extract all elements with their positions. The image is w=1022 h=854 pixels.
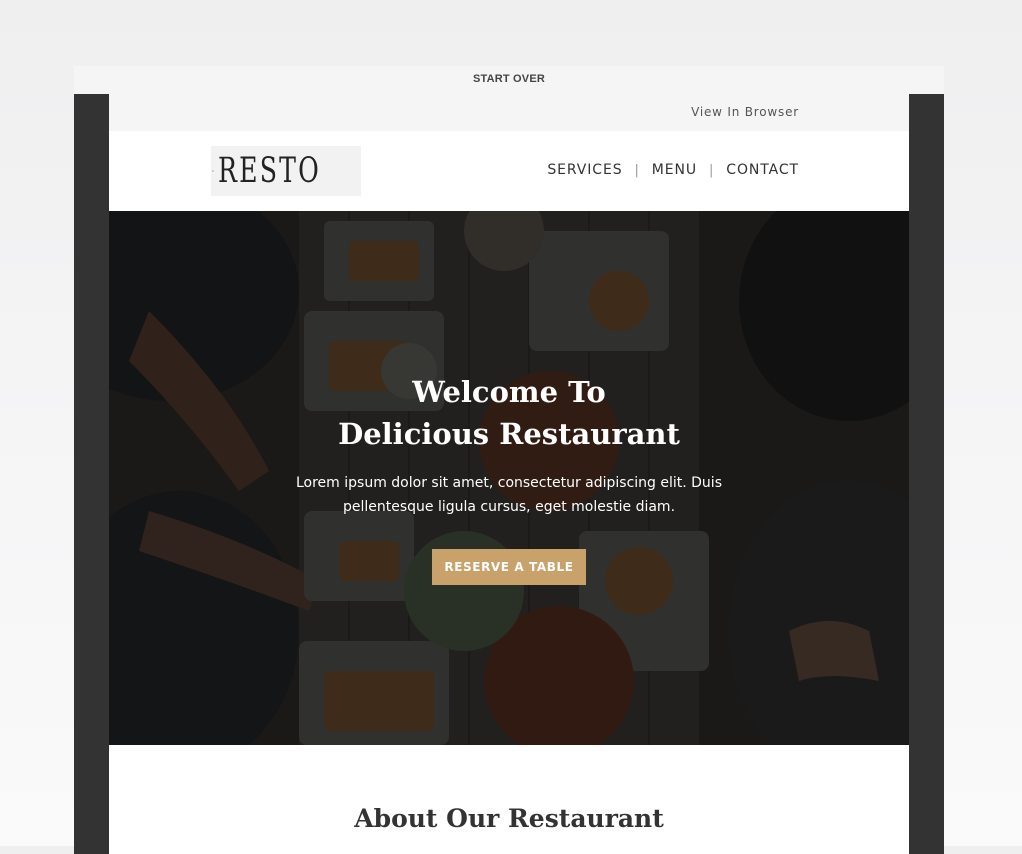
preheader: View In Browser (109, 94, 909, 131)
hero-title-line2: Delicious Restaurant (338, 417, 680, 451)
reserve-table-button[interactable]: RESERVE A TABLE (432, 549, 585, 585)
hero-banner: Welcome To Delicious Restaurant Lorem ip… (109, 211, 909, 745)
about-title: About Our Restaurant (109, 745, 909, 833)
hero-title-line1: Welcome To (412, 375, 606, 409)
logo[interactable]: RESTO (211, 146, 361, 196)
logo-text: RESTO (218, 146, 321, 196)
nav-item-contact[interactable]: CONTACT (726, 162, 799, 178)
view-in-browser-link[interactable]: View In Browser (691, 105, 799, 119)
hero-description: Lorem ipsum dolor sit amet, consectetur … (269, 471, 749, 519)
start-over-link[interactable]: START OVER (473, 73, 545, 85)
email-body: View In Browser RESTO SERVICES | MENU | (109, 94, 909, 854)
hero-title: Welcome To Delicious Restaurant (109, 371, 909, 455)
nav-separator: | (709, 163, 714, 178)
email-header: RESTO SERVICES | MENU | CONTACT (109, 131, 909, 211)
nav-item-services[interactable]: SERVICES (547, 162, 622, 178)
nav-item-menu[interactable]: MENU (652, 162, 697, 178)
top-bar: START OVER (74, 66, 944, 94)
main-nav: SERVICES | MENU | CONTACT (547, 162, 799, 178)
plate-fork-knife-icon (212, 147, 214, 195)
hero-content: Welcome To Delicious Restaurant Lorem ip… (109, 371, 909, 585)
nav-separator: | (634, 163, 639, 178)
